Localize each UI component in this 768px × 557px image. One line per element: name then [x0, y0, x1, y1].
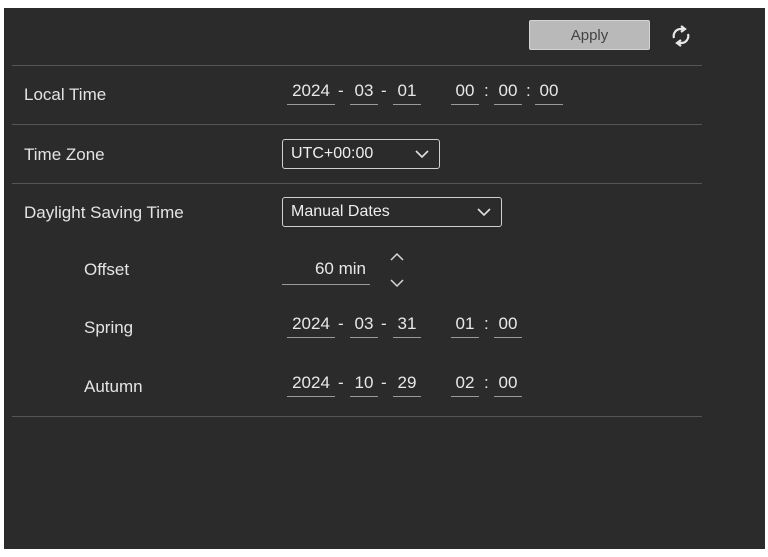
- date-separator: -: [338, 81, 344, 100]
- local-time-field: 2024 - 03 - 01 00 : 00 : 00: [4, 81, 704, 111]
- dst-label: Daylight Saving Time: [24, 203, 184, 222]
- spring-year[interactable]: 2024: [287, 314, 335, 338]
- time-separator: :: [526, 81, 531, 100]
- time-separator: :: [484, 314, 489, 333]
- autumn-minute[interactable]: 00: [494, 373, 522, 397]
- offset-decrement-button[interactable]: [388, 276, 406, 290]
- divider: [12, 65, 702, 66]
- spring-month[interactable]: 03: [350, 314, 378, 338]
- refresh-icon: [672, 25, 690, 47]
- chevron-down-icon: [477, 208, 491, 217]
- date-separator: -: [338, 373, 344, 392]
- spring-minute[interactable]: 00: [494, 314, 522, 338]
- date-separator: -: [381, 314, 387, 333]
- divider: [12, 416, 702, 417]
- apply-button[interactable]: Apply: [529, 20, 650, 50]
- dst-mode-value: Manual Dates: [291, 203, 390, 220]
- autumn-day[interactable]: 29: [393, 373, 421, 397]
- offset-input[interactable]: 60 min: [282, 259, 370, 285]
- local-time-minute[interactable]: 00: [494, 81, 522, 105]
- time-separator: :: [484, 81, 489, 100]
- offset-increment-button[interactable]: [388, 249, 406, 263]
- local-time-second[interactable]: 00: [535, 81, 563, 105]
- chevron-down-icon: [415, 150, 429, 159]
- autumn-month[interactable]: 10: [350, 373, 378, 397]
- spring-day[interactable]: 31: [393, 314, 421, 338]
- autumn-field: 2024 - 10 - 29 02 : 00: [4, 373, 704, 403]
- autumn-year[interactable]: 2024: [287, 373, 335, 397]
- dst-mode-select[interactable]: Manual Dates: [282, 197, 502, 227]
- time-separator: :: [484, 373, 489, 392]
- date-separator: -: [381, 373, 387, 392]
- offset-label: Offset: [84, 260, 130, 279]
- divider: [12, 183, 702, 184]
- local-time-hour[interactable]: 00: [451, 81, 479, 105]
- time-settings-panel: Apply Local Time 2024 - 03 - 01 00 : 00 …: [4, 8, 765, 549]
- spring-field: 2024 - 03 - 31 01 : 00: [4, 314, 704, 344]
- chevron-up-icon: [390, 252, 404, 261]
- date-separator: -: [381, 81, 387, 100]
- date-separator: -: [338, 314, 344, 333]
- time-zone-label: Time Zone: [24, 145, 105, 164]
- autumn-hour[interactable]: 02: [451, 373, 479, 397]
- local-time-month[interactable]: 03: [350, 81, 378, 105]
- spring-hour[interactable]: 01: [451, 314, 479, 338]
- divider: [12, 124, 702, 125]
- refresh-button[interactable]: [667, 24, 695, 48]
- time-zone-select[interactable]: UTC+00:00: [282, 139, 440, 169]
- local-time-day[interactable]: 01: [393, 81, 421, 105]
- chevron-down-icon: [390, 278, 404, 287]
- local-time-year[interactable]: 2024: [287, 81, 335, 105]
- time-zone-value: UTC+00:00: [291, 145, 374, 162]
